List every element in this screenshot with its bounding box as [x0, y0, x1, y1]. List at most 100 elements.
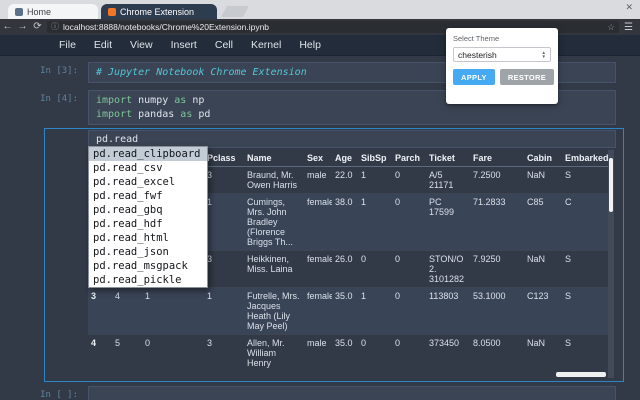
- table-cell: 71.2833: [470, 193, 524, 251]
- autocomplete-item[interactable]: pd.read_msgpack: [89, 259, 207, 273]
- browser-window: Home Chrome Extension ✕ ← → ⟳ ⓘ localhos…: [0, 0, 640, 400]
- tab-home[interactable]: Home: [8, 4, 98, 19]
- autocomplete-item[interactable]: pd.read_fwf: [89, 189, 207, 203]
- tab-strip: Home Chrome Extension ✕: [0, 0, 640, 19]
- column-header: Pclass: [204, 150, 244, 167]
- tab-chrome-extension-title: Chrome Extension: [120, 6, 195, 17]
- row-index: 4: [88, 334, 112, 371]
- output-hscrollbar-thumb[interactable]: [556, 372, 606, 377]
- table-cell: Allen, Mr. William Henry: [244, 334, 304, 371]
- column-header: Fare: [470, 150, 524, 167]
- apply-button[interactable]: APPLY: [453, 69, 495, 85]
- output-vscrollbar-track[interactable]: [608, 150, 614, 378]
- menu-kernel[interactable]: Kernel: [242, 39, 290, 51]
- output-vscrollbar-thumb[interactable]: [609, 158, 613, 212]
- table-cell: S: [562, 250, 614, 288]
- table-cell: A/5 21171: [426, 166, 470, 194]
- code-editor[interactable]: [89, 387, 615, 393]
- table-cell: 1: [358, 166, 392, 194]
- table-cell: C: [562, 193, 614, 251]
- column-header: Cabin: [524, 150, 562, 167]
- table-cell: 1: [142, 287, 204, 335]
- table-cell: Heikkinen, Miss. Laina: [244, 250, 304, 288]
- table-row: 3 4 1 1 Futrelle, Mrs. Jacques Heath (Lily M…: [88, 287, 614, 335]
- autocomplete-item[interactable]: pd.read_excel: [89, 175, 207, 189]
- theme-select[interactable]: chesterish ▲ ▼: [453, 47, 551, 62]
- code-line: pd.read: [96, 134, 139, 145]
- popup-title: Select Theme: [453, 34, 500, 43]
- autocomplete-menu: pd.read_clipboard pd.read_csv pd.read_exce…: [88, 146, 208, 288]
- table-cell: 5: [112, 334, 142, 371]
- restore-button[interactable]: RESTORE: [499, 69, 555, 85]
- menu-file[interactable]: File: [50, 39, 85, 51]
- table-cell: 26.0: [332, 250, 358, 288]
- table-cell: female: [304, 250, 332, 288]
- site-info-icon[interactable]: ⓘ: [51, 21, 59, 33]
- popup-buttons: APPLY RESTORE: [453, 69, 555, 85]
- table-cell: 0: [358, 334, 392, 371]
- table-cell: 22.0: [332, 166, 358, 194]
- table-cell: 0: [392, 166, 426, 194]
- table-cell: 0: [392, 334, 426, 371]
- table-cell: Braund, Mr. Owen Harris: [244, 166, 304, 194]
- table-cell: Futrelle, Mrs. Jacques Heath (Lily May P…: [244, 287, 304, 335]
- menu-help[interactable]: Help: [290, 39, 330, 51]
- table-cell: S: [562, 334, 614, 371]
- input-prompt: In [3]:: [40, 66, 78, 76]
- selected-theme-value: chesterish: [458, 49, 497, 60]
- new-tab-button[interactable]: [221, 6, 249, 17]
- browser-menu-icon[interactable]: ☰: [624, 22, 633, 33]
- column-header: Parch: [392, 150, 426, 167]
- column-header: Sex: [304, 150, 332, 167]
- code-cell-empty[interactable]: [88, 386, 616, 400]
- input-prompt: In [ ]:: [40, 390, 78, 400]
- table-cell: 0: [358, 250, 392, 288]
- table-cell: male: [304, 166, 332, 194]
- table-cell: C85: [524, 193, 562, 251]
- code-line: import pandas as pd: [96, 109, 211, 120]
- table-cell: C123: [524, 287, 562, 335]
- bookmark-star-icon[interactable]: ☆: [607, 21, 615, 33]
- table-cell: S: [562, 166, 614, 194]
- autocomplete-item[interactable]: pd.read_html: [89, 231, 207, 245]
- select-arrows-icon: ▲ ▼: [541, 49, 546, 59]
- menu-edit[interactable]: Edit: [85, 39, 121, 51]
- table-cell: PC 17599: [426, 193, 470, 251]
- table-cell: 3: [204, 334, 244, 371]
- table-cell: 3: [204, 250, 244, 288]
- autocomplete-item[interactable]: pd.read_csv: [89, 161, 207, 175]
- autocomplete-item[interactable]: pd.read_json: [89, 245, 207, 259]
- table-cell: 0: [392, 287, 426, 335]
- autocomplete-item[interactable]: pd.read_pickle: [89, 273, 207, 287]
- table-cell: 3: [204, 166, 244, 194]
- autocomplete-item[interactable]: pd.read_gbq: [89, 203, 207, 217]
- column-header: Age: [332, 150, 358, 167]
- table-cell: Cumings, Mrs. John Bradley (Florence Bri…: [244, 193, 304, 251]
- menu-insert[interactable]: Insert: [162, 39, 206, 51]
- autocomplete-item[interactable]: pd.read_hdf: [89, 217, 207, 231]
- table-cell: 8.0500: [470, 334, 524, 371]
- window-close-icon[interactable]: ✕: [625, 3, 633, 12]
- url-text: localhost:8888/notebooks/Chrome%20Extens…: [63, 22, 270, 32]
- tab-chrome-extension[interactable]: Chrome Extension: [101, 4, 217, 19]
- extension-popup: Select Theme chesterish ▲ ▼ APPLY RESTORE: [446, 28, 558, 104]
- table-cell: NaN: [524, 166, 562, 194]
- menu-cell[interactable]: Cell: [206, 39, 242, 51]
- table-cell: NaN: [524, 250, 562, 288]
- column-header: Ticket: [426, 150, 470, 167]
- input-prompt: In [4]:: [40, 94, 78, 104]
- table-cell: female: [304, 193, 332, 251]
- table-cell: 35.0: [332, 287, 358, 335]
- table-cell: 4: [112, 287, 142, 335]
- table-cell: 53.1000: [470, 287, 524, 335]
- back-icon[interactable]: ←: [0, 19, 15, 35]
- reload-icon[interactable]: ⟳: [30, 19, 45, 35]
- table-cell: 38.0: [332, 193, 358, 251]
- forward-icon[interactable]: →: [15, 19, 30, 35]
- table-cell: 1: [204, 287, 244, 335]
- autocomplete-item[interactable]: pd.read_clipboard: [89, 147, 207, 161]
- menu-view[interactable]: View: [121, 39, 162, 51]
- tab-home-title: Home: [27, 6, 52, 17]
- table-cell: STON/O2. 3101282: [426, 250, 470, 288]
- table-cell: S: [562, 287, 614, 335]
